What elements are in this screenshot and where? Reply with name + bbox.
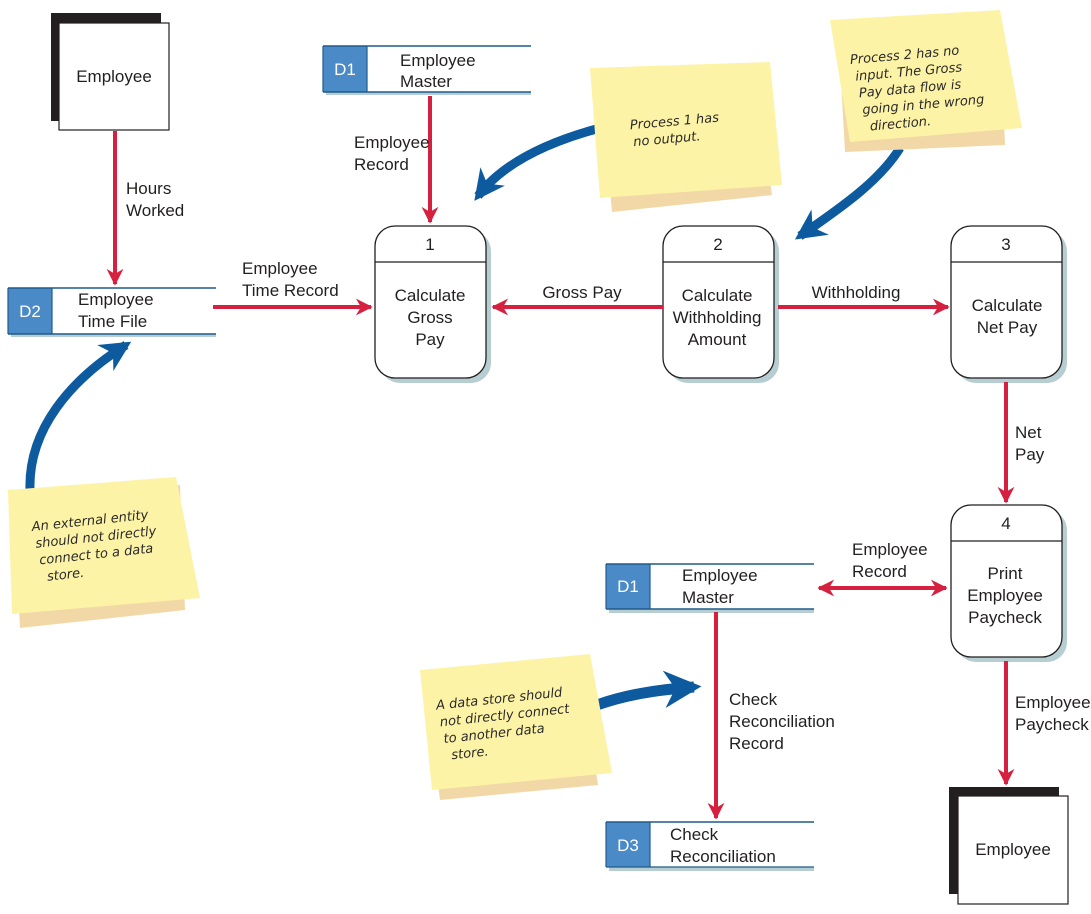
flow-employee-record-bottom[interactable]: Employee Record — [817, 540, 948, 597]
datastore-name-line2: Master — [682, 588, 734, 607]
datastore-id: D1 — [334, 60, 356, 79]
callout-arrow-process1 — [474, 123, 602, 201]
flow-label: Gross Pay — [542, 283, 622, 302]
flow-label-line2: Pay — [1015, 445, 1045, 464]
flow-employee-paycheck[interactable]: Employee Paycheck — [997, 661, 1091, 786]
process-name-line1: Calculate — [682, 286, 753, 305]
process-number: 2 — [713, 235, 722, 254]
flow-label-line2: Record — [354, 155, 409, 174]
external-entity-employee-source[interactable]: Employee — [51, 13, 170, 131]
process-name-line1: Calculate — [972, 296, 1043, 315]
datastore-name-line2: Master — [400, 72, 452, 91]
flow-label: Withholding — [812, 283, 901, 302]
datastore-d1-employee-master-bottom[interactable]: D1 Employee Master — [605, 563, 814, 613]
entity-label: Employee — [76, 67, 152, 86]
flow-hours-worked[interactable]: Hours Worked — [106, 131, 184, 286]
datastore-d1-employee-master-top[interactable]: D1 Employee Master — [322, 45, 531, 95]
process-name-line2: Gross — [407, 308, 452, 327]
flow-net-pay[interactable]: Net Pay — [997, 382, 1045, 504]
process-name-line3: Amount — [688, 330, 747, 349]
process-name-line1: Calculate — [395, 286, 466, 305]
datastore-name-line2: Time File — [78, 312, 147, 331]
flow-check-reconciliation-record[interactable]: Check Reconciliation Record — [707, 612, 835, 820]
datastore-name-line1: Check — [670, 825, 719, 844]
callout-arrow-store-store — [595, 670, 702, 711]
flow-employee-time-record[interactable]: Employee Time Record — [213, 259, 373, 316]
datastore-d2-employee-time-file[interactable]: D2 Employee Time File — [7, 287, 216, 337]
process-3-calculate-net-pay[interactable]: 3 Calculate Net Pay — [950, 225, 1067, 383]
flow-label-line2: Time Record — [242, 281, 339, 300]
datastore-name-line2: Reconciliation — [670, 847, 776, 866]
process-name-line2: Withholding — [673, 308, 762, 327]
flow-label-line1: Check — [729, 690, 778, 709]
datastore-name-line1: Employee — [400, 51, 476, 70]
flow-label-line1: Employee — [354, 133, 430, 152]
note-entity-store: An external entity should not directly c… — [8, 477, 200, 628]
process-name-line2: Net Pay — [977, 318, 1038, 337]
flow-label-line1: Employee — [242, 259, 318, 278]
external-entity-employee-sink[interactable]: Employee — [949, 787, 1069, 905]
flow-label-line1: Hours — [126, 179, 171, 198]
note-process1-no-output: Process 1 has no output. — [590, 62, 782, 212]
note-process2-no-input: Process 2 has no input. The Gross Pay da… — [830, 10, 1022, 152]
datastore-name-line1: Employee — [682, 566, 758, 585]
datastore-id: D1 — [617, 577, 639, 596]
flow-label-line2: Reconciliation — [729, 712, 835, 731]
process-name-line2: Employee — [967, 586, 1043, 605]
datastore-d3-check-reconciliation[interactable]: D3 Check Reconciliation — [605, 821, 814, 871]
flow-employee-record-top[interactable]: Employee Record — [354, 96, 439, 224]
flow-label-line3: Record — [729, 734, 784, 753]
flow-withholding[interactable]: Withholding — [778, 283, 950, 316]
callout-arrow-process2 — [794, 145, 904, 240]
data-flow-diagram: Employee D1 Employee Master D2 Employee … — [7, 10, 1091, 905]
process-number: 4 — [1001, 514, 1010, 533]
datastore-id: D3 — [617, 836, 639, 855]
entity-label: Employee — [975, 840, 1051, 859]
process-name-line3: Paycheck — [968, 608, 1042, 627]
note-store-store: A data store should not directly connect… — [420, 654, 612, 800]
flow-label-line1: Employee — [1015, 693, 1091, 712]
process-number: 3 — [1001, 235, 1010, 254]
process-4-print-employee-paycheck[interactable]: 4 Print Employee Paycheck — [950, 504, 1067, 662]
flow-label-line2: Record — [852, 562, 907, 581]
flow-label-line1: Employee — [852, 540, 928, 559]
process-1-calculate-gross-pay[interactable]: 1 Calculate Gross Pay — [374, 225, 491, 383]
process-2-calculate-withholding-amount[interactable]: 2 Calculate Withholding Amount — [662, 225, 779, 383]
callout-arrow-entity-store — [25, 341, 132, 491]
flow-label-line2: Worked — [126, 201, 184, 220]
flow-gross-pay[interactable]: Gross Pay — [491, 283, 663, 316]
flow-label-line2: Paycheck — [1015, 715, 1089, 734]
datastore-name-line1: Employee — [78, 290, 154, 309]
datastore-id: D2 — [19, 302, 41, 321]
process-name-line1: Print — [988, 564, 1023, 583]
process-number: 1 — [425, 235, 434, 254]
flow-label-line1: Net — [1015, 423, 1042, 442]
process-name-line3: Pay — [415, 330, 445, 349]
